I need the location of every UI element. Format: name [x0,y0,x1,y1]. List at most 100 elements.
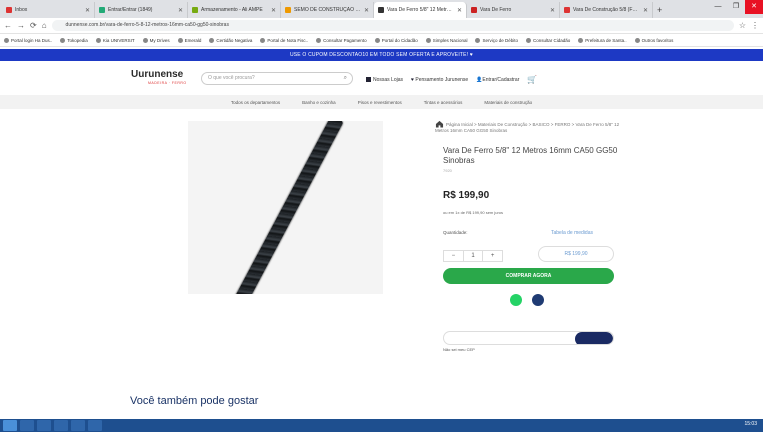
bookmark-label: Simples Nacional [432,37,468,43]
tab-favicon [285,7,291,13]
bookmark-item[interactable]: Portal login Ha Dus.. [4,37,53,43]
size-table-link[interactable]: Tabela de medidas [551,230,593,236]
taskbar-app[interactable] [88,420,102,431]
bookmark-label: Outros favoritos [641,37,674,43]
tab-close-icon[interactable]: ✕ [271,7,276,14]
bookmark-label: Portal login Ha Dus.. [11,37,53,43]
maximize-button[interactable]: ❐ [727,0,745,14]
bookmark-icon [142,37,148,43]
browser-tabstrip: Inbox ✕ Entrar/Entrar (1849) ✕ Armazenamento… [0,0,763,18]
quantity-value[interactable]: 1 [462,251,484,261]
category-item[interactable]: Materiais de construção [484,100,532,105]
browser-tab[interactable]: Vara De Construção 5/8 (Ferr... ✕ [560,2,653,18]
bookmark-icon [177,37,183,43]
bookmark-item[interactable]: Consultar Cidadão [526,37,570,43]
product-image[interactable] [188,121,383,294]
tab-close-icon[interactable]: ✕ [178,7,183,14]
forward-icon[interactable]: → [17,21,25,30]
wishlist-link[interactable]: ♥ Pensamento Jurunense [411,77,468,83]
bookmark-item[interactable]: Outros favoritos [634,37,674,43]
tab-title: Vara De Ferro [480,7,512,13]
tab-title: Vara De Construção 5/8 (Ferr... [573,7,640,13]
tab-close-icon[interactable]: ✕ [85,7,90,14]
extensions-icon[interactable]: ⋮ [751,21,759,30]
bookmark-item[interactable]: My Drives [142,37,170,43]
home-icon[interactable]: ⌂ [42,21,47,30]
taskbar-app[interactable] [54,420,68,431]
search-placeholder: O que você procura? [208,75,255,81]
url-input[interactable]: dunnense.com.br/vara-de-ferro-5-8-12-met… [51,20,734,31]
browser-tab[interactable]: Vara De Ferro ✕ [467,2,560,18]
bookmark-item[interactable]: Certidão Negativa [209,37,252,43]
site-logo[interactable]: Uurunense [131,69,183,80]
bookmark-label: Prefeitura de Santa.. [585,37,627,43]
tab-title: Entrar/Entrar (1849) [108,7,153,13]
search-input[interactable]: O que você procura? ⌕ [201,72,353,85]
breadcrumb-text[interactable]: Página Inicial > Materiais De Construção… [435,122,619,133]
bookmark-item[interactable]: Emerald [177,37,201,43]
also-like-heading: Você também pode gostar [130,395,259,407]
login-link[interactable]: 👤Entrar/Cadastrar [476,77,519,83]
taskbar-app[interactable] [20,420,34,431]
buy-now-button[interactable]: COMPRAR AGORA [443,268,614,284]
bookmarks-bar: Portal login Ha Dus.. Tokopedia Kia UNIVER… [0,34,763,47]
heart-icon: ♥ [411,76,414,83]
share-buttons [510,294,544,306]
reload-icon[interactable]: ⟳ [30,21,37,30]
bookmark-icon [425,37,431,43]
tab-favicon [564,7,570,13]
bookmark-item[interactable]: Portal do Cidadão [374,37,418,43]
increase-button[interactable]: + [483,251,502,261]
cep-help-link[interactable]: Não sei meu CEP [443,347,475,352]
browser-tab[interactable]: Vara De Ferro 5/8" 12 Metros 16...✕ [374,2,467,18]
tab-close-icon[interactable]: ✕ [457,7,462,14]
category-item[interactable]: Tintas e acessórios [424,100,463,105]
whatsapp-icon[interactable] [510,294,522,306]
category-item[interactable]: Todos os departamentos [231,100,280,105]
browser-tab[interactable]: SEMO DE CONSTRUÇÃO DE S..✕ [281,2,374,18]
category-item[interactable]: Banho e cozinha [302,100,336,105]
taskbar-app[interactable] [71,420,85,431]
facebook-icon[interactable] [532,294,544,306]
new-tab-button[interactable]: + [653,2,666,18]
bookmark-item[interactable]: Portal de Nota Fisc.. [260,37,308,43]
category-item[interactable]: Pisos e revestimentos [358,100,402,105]
bookmark-item[interactable]: Prefeitura de Santa.. [578,37,627,43]
browser-tab[interactable]: Inbox ✕ [2,2,95,18]
cep-input[interactable] [443,331,614,345]
tab-favicon [471,7,477,13]
tab-close-icon[interactable]: ✕ [364,7,369,14]
bookmark-item[interactable]: Kia UNIVERSIT [95,37,135,43]
bookmark-item[interactable]: Consultar Pagamento [316,37,367,43]
bookmark-item[interactable]: Serviço de Débito [475,37,518,43]
stores-link[interactable]: Nossas Lojas [366,76,404,83]
bookmark-icon [374,37,380,43]
browser-tab[interactable]: Armazenamento - Ali AMPE ✕ [188,2,281,18]
browser-tab[interactable]: Entrar/Entrar (1849) ✕ [95,2,188,18]
promo-banner: USE O CUPOM DESCONTAO10 EM TODO SEM OFER… [0,49,763,61]
bookmark-icon [578,37,584,43]
cart-icon[interactable]: 🛒 [527,75,537,84]
taskbar-app[interactable] [37,420,51,431]
start-button[interactable] [3,420,17,431]
tab-close-icon[interactable]: ✕ [643,7,648,14]
bookmark-star-icon[interactable]: ☆ [739,21,746,30]
bookmark-label: Kia UNIVERSIT [102,37,135,43]
tab-close-icon[interactable]: ✕ [550,7,555,14]
search-icon[interactable]: ⌕ [344,73,347,84]
quantity-stepper[interactable]: − 1 + [443,250,503,262]
cep-submit-button[interactable] [575,332,613,344]
tab-favicon [192,7,198,13]
home-breadcrumb-icon[interactable] [435,120,444,128]
header-links: Nossas Lojas ♥ Pensamento Jurunense 👤Ent… [366,75,537,84]
close-window-button[interactable]: ✕ [745,0,763,14]
minimize-button[interactable]: — [709,0,727,14]
stores-link-label: Nossas Lojas [373,76,404,83]
tab-title: Inbox [15,7,28,13]
bookmark-item[interactable]: Tokopedia [60,37,88,43]
product-sku: 7920 [443,168,452,173]
bookmark-item[interactable]: Simples Nacional [425,37,468,43]
decrease-button[interactable]: − [444,251,463,261]
quantity-label: Quantidade: [443,230,468,235]
back-icon[interactable]: ← [4,21,12,30]
